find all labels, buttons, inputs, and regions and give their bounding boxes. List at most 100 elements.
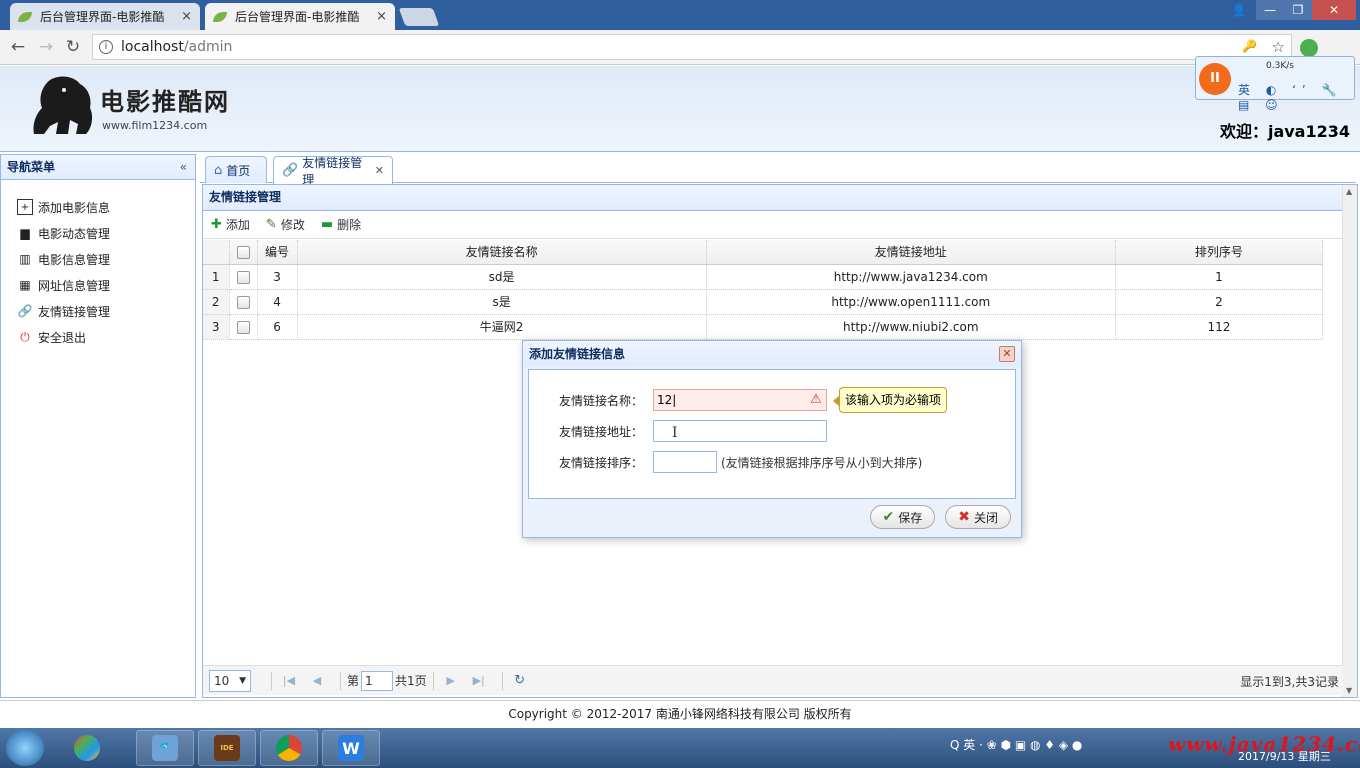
maximize-button[interactable]: ❐ [1284,0,1312,20]
windows-taskbar: 🐬 IDE W Q 英 · ❀ ⬢ ▣ ◍ ♦ ◈ ● 2017/9/13 星期… [0,728,1360,768]
nav-item-logout[interactable]: ⏻ 安全退出 [1,324,195,350]
name-input[interactable]: 12| ⚠ [653,389,827,411]
window-close-button[interactable]: ✕ [1312,0,1356,20]
select-all-checkbox-cell [229,240,258,265]
ime-toolbar[interactable]: 英 ◐ ‘’ 🔧 ▤ ☺ [1238,81,1354,112]
browser-tab-active[interactable]: 后台管理界面-电影推酷 × [205,3,395,30]
scroll-up-arrow-icon[interactable]: ▲ [1346,187,1352,196]
dialog-title: 添加友情链接信息 [529,347,626,361]
taskbar-app[interactable] [260,730,318,766]
row-number: 3 [203,314,230,340]
column-header[interactable]: 友情链接名称 [297,240,707,265]
bookmark-star-icon[interactable]: ☆ [1272,38,1285,56]
cell-id: 3 [257,264,298,290]
browser-tab[interactable]: 后台管理界面-电影推酷 × [10,3,200,30]
next-page-icon[interactable]: ▶ [440,674,462,687]
column-header[interactable]: 排列序号 [1115,240,1324,265]
start-button[interactable] [6,730,44,766]
new-tab-button[interactable] [398,8,440,26]
row-checkbox[interactable] [236,320,250,334]
browser-tab-title: 后台管理界面-电影推酷 [235,10,360,24]
page-footer: Copyright © 2012-2017 南通小锋网络科技有限公司 版权所有 [0,700,1360,726]
taskbar-app[interactable] [58,730,116,766]
add-link-dialog: 添加友情链接信息 ✕ 友情链接名称： 12| ⚠ 该输入项为必输项 友情链接地址… [522,340,1022,538]
key-icon[interactable]: 🔑 [1242,39,1257,53]
tab-home[interactable]: ⌂ 首页 [205,156,267,183]
save-label: 保存 [898,510,923,525]
extension-icon[interactable] [1300,39,1318,57]
back-arrow-icon[interactable]: ← [8,37,28,57]
first-page-icon[interactable]: |◀ [278,674,300,687]
pager-divider [271,671,272,690]
save-button[interactable]: ✔ 保存 [869,505,936,529]
order-input[interactable] [653,451,717,473]
cell-name: 牛逼网2 [297,314,707,340]
close-button[interactable]: ✖ 关闭 [945,505,1011,529]
nav-item-film-info[interactable]: ▥ 电影信息管理 [1,246,195,272]
taskbar-app[interactable]: IDE [198,730,256,766]
last-page-icon[interactable]: ▶| [468,674,490,687]
address-bar-row: ← → ↻ i localhost/admin 🔑 ☆ ⋮ [0,30,1360,85]
table-row[interactable]: 2 4 s是 http://www.open1111.com 2 [203,289,1324,315]
chevron-down-icon: ▼ [239,675,246,686]
pause-icon[interactable]: II [1199,63,1231,95]
info-icon[interactable]: i [99,40,113,54]
row-number: 1 [203,264,230,290]
tab-friend-links[interactable]: 🔗 友情链接管理 ✕ [273,156,393,187]
nav-list: + 添加电影信息 ▆ 电影动态管理 ▥ 电影信息管理 ▦ 网址信息管理 🔗 友情链接管理 … [1,180,195,350]
column-header[interactable]: 编号 [257,240,298,265]
taskbar-app[interactable]: W [322,730,380,766]
reload-icon[interactable]: ↻ [63,37,83,57]
close-icon[interactable]: × [376,9,387,24]
user-icon[interactable]: 👤 [1228,0,1250,20]
content-title: 友情链接管理 [203,185,1357,211]
column-header[interactable]: 友情链接地址 [706,240,1116,265]
edit-button[interactable]: ✎ 修改 [266,216,305,233]
nav-item-film-news[interactable]: ▆ 电影动态管理 [1,220,195,246]
cell-url: http://www.niubi2.com [706,314,1116,340]
refresh-icon[interactable]: ↻ [509,673,531,688]
home-icon: ⌂ [214,162,223,178]
system-tray[interactable]: Q 英 · ❀ ⬢ ▣ ◍ ♦ ◈ ● [950,736,1082,753]
grid-icon: ▦ [19,278,31,292]
nav-item-url-info[interactable]: ▦ 网址信息管理 [1,272,195,298]
prev-page-icon[interactable]: ◀ [306,674,328,687]
close-icon[interactable]: ✕ [999,346,1015,362]
delete-button[interactable]: ▬ 删除 [321,216,361,233]
power-icon: ⏻ [20,329,30,344]
close-icon[interactable]: × [181,9,192,24]
row-checkbox[interactable] [236,270,250,284]
nav-item-friend-links[interactable]: 🔗 友情链接管理 [1,298,195,324]
vertical-scrollbar[interactable]: ▲ ▼ [1342,185,1357,697]
taskbar-app[interactable]: 🐬 [136,730,194,766]
url-input[interactable] [653,420,827,442]
forward-arrow-icon[interactable]: → [36,37,56,57]
pager-divider [432,671,434,690]
select-all-checkbox[interactable] [236,245,250,259]
table-row[interactable]: 1 3 sd是 http://www.java1234.com 1 [203,264,1324,290]
film-strip-icon: ▥ [19,252,31,266]
app-header: 电影推酷网 www.film1234.com 欢迎：java1234 [0,66,1360,152]
text-cursor-icon: I [672,425,678,441]
tab-close-icon[interactable]: ✕ [375,164,384,177]
cell-order: 2 [1115,289,1324,315]
nav-item-label: 添加电影信息 [38,200,111,215]
add-film-icon: + [17,199,33,215]
cell-id: 4 [257,289,298,315]
address-bar[interactable]: i localhost/admin 🔑 ☆ [92,34,1292,60]
page-size-select[interactable]: 10 ▼ [209,669,251,692]
nav-item-label: 友情链接管理 [38,304,111,319]
row-checkbox[interactable] [236,295,250,309]
table-row[interactable]: 3 6 牛逼网2 http://www.niubi2.com 112 [203,314,1324,340]
collapse-icon[interactable]: « [180,155,187,179]
minimize-button[interactable]: — [1256,0,1284,20]
cell-name: s是 [297,289,707,315]
url-host: localhost [121,39,184,55]
warning-icon: ⚠ [810,392,822,407]
scroll-down-arrow-icon[interactable]: ▼ [1346,686,1352,695]
add-button[interactable]: ✚ 添加 [211,216,250,233]
form-row-order: 友情链接排序： (友情链接根据排序序号从小到大排序) [559,451,922,473]
page-number-input[interactable]: 1 [361,670,394,691]
form-row-url: 友情链接地址： [559,420,827,442]
nav-item-add-film[interactable]: + 添加电影信息 [1,194,195,220]
